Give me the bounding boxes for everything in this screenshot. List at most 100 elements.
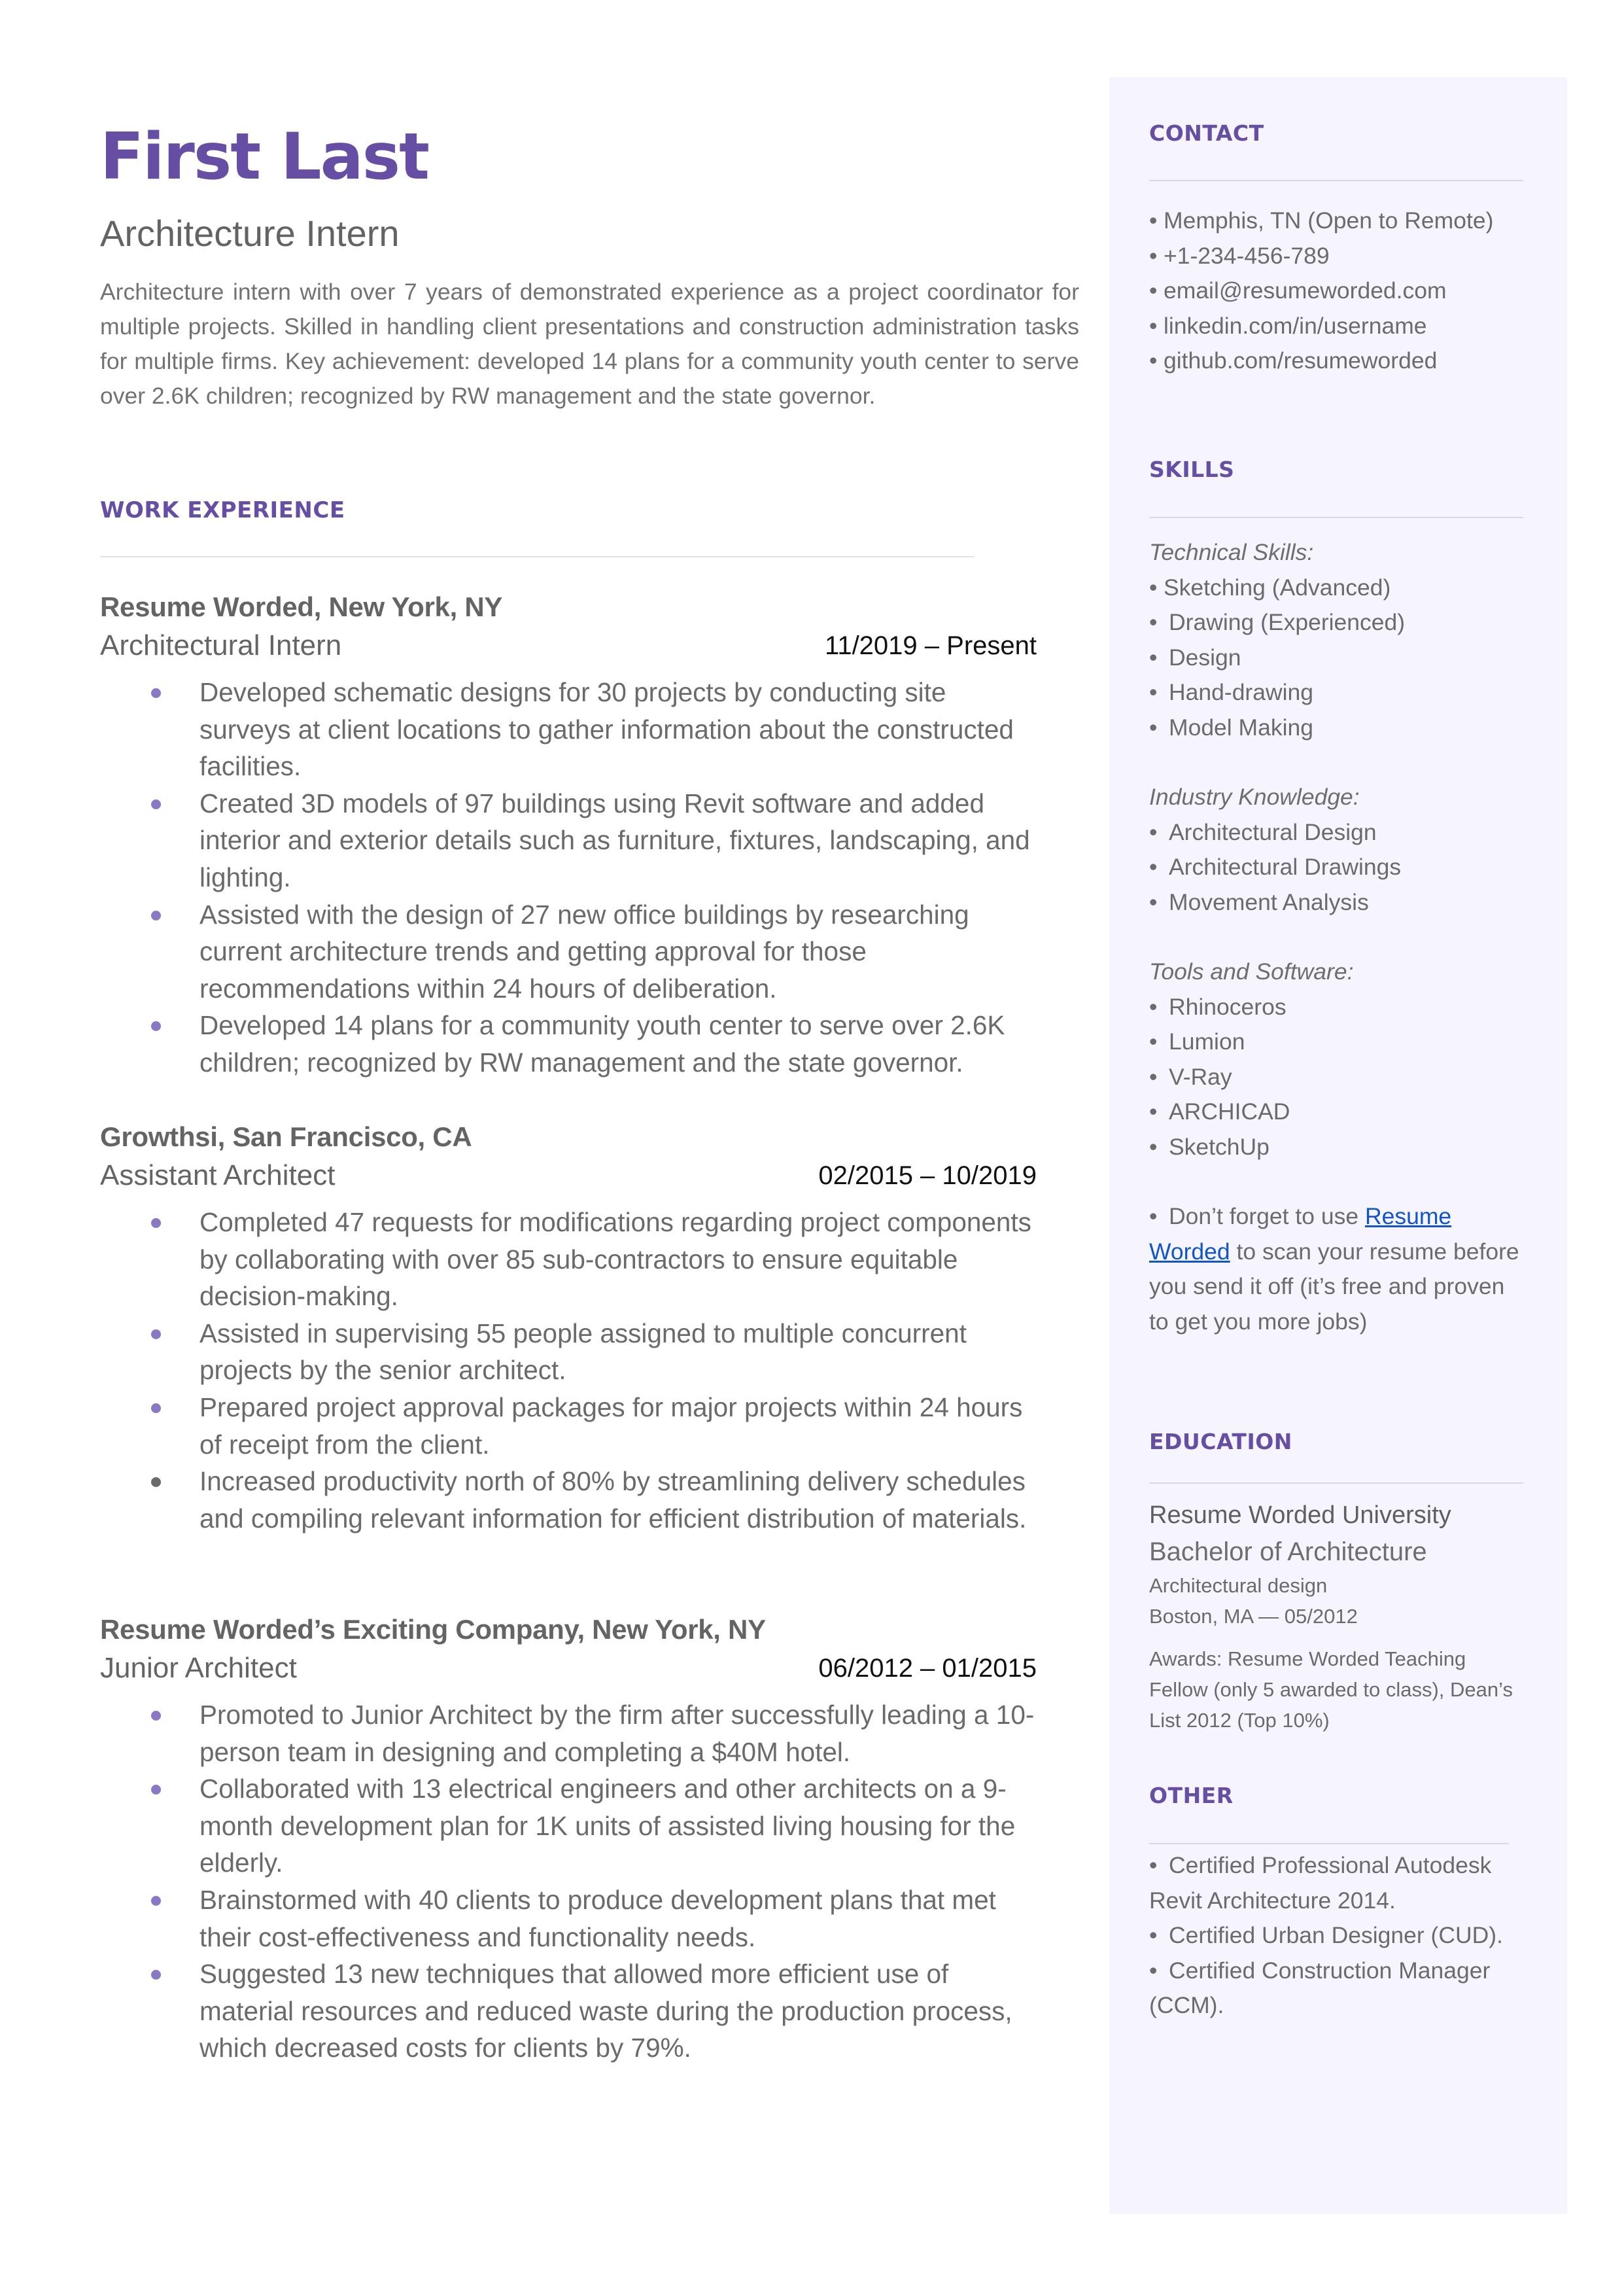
bullet-icon [151, 1329, 161, 1339]
job-company: Resume Worded, New York, NY [100, 591, 503, 622]
skill-text: Architectural Design [1169, 818, 1377, 845]
other-item: • Certified Professional Autodesk Revit A… [1149, 1848, 1529, 1918]
bullet-icon: • [1149, 714, 1158, 741]
skills-heading: SKILLS [1149, 457, 1235, 482]
education-location-date: Boston, MA — 05/2012 [1149, 1605, 1358, 1628]
bullet-icon: • [1149, 347, 1158, 374]
section-divider [100, 556, 975, 557]
section-divider [1149, 1482, 1523, 1484]
job-bullet: Developed 14 plans for a community youth… [100, 1007, 1037, 1081]
skill-item: • Rhinoceros [1149, 990, 1529, 1025]
job-bullet: Developed schematic designs for 30 proje… [100, 674, 1037, 785]
bullet-text: Assisted with the design of 27 new offic… [199, 899, 969, 1004]
bullet-text: Assisted in supervising 55 people assign… [199, 1318, 967, 1386]
job-bullet: Brainstormed with 40 clients to produce … [100, 1882, 1037, 1955]
bullet-icon: • [1149, 1133, 1158, 1160]
technical-skills-list: • Sketching (Advanced) • Drawing (Experien… [1149, 570, 1529, 746]
other-heading: OTHER [1149, 1783, 1234, 1808]
contact-linkedin[interactable]: • linkedin.com/in/username [1149, 309, 1529, 344]
candidate-role: Architecture Intern [100, 213, 400, 254]
bullet-icon: • [1149, 1028, 1158, 1055]
bullet-icon: • [1149, 1922, 1158, 1948]
contact-phone[interactable]: • +1-234-456-789 [1149, 239, 1529, 274]
technical-skills-label: Technical Skills: [1149, 539, 1314, 565]
education-degree: Bachelor of Architecture [1149, 1537, 1427, 1566]
contact-github[interactable]: • github.com/resumeworded [1149, 343, 1529, 379]
job-bullet: Prepared project approval packages for m… [100, 1389, 1037, 1463]
bullet-icon: • [1149, 818, 1158, 845]
job-bullet: Promoted to Junior Architect by the firm… [100, 1696, 1037, 1770]
contact-text[interactable]: linkedin.com/in/username [1164, 313, 1427, 339]
bullet-text: Prepared project approval packages for m… [199, 1392, 1023, 1460]
bullet-icon: • [1149, 1063, 1158, 1090]
skill-item: • Hand-drawing [1149, 675, 1529, 710]
contact-text[interactable]: +1-234-456-789 [1164, 243, 1330, 269]
resume-worded-note: • Don’t forget to use Resume Worded to sc… [1149, 1199, 1529, 1339]
bullet-text: Created 3D models of 97 buildings using … [199, 788, 1030, 892]
contact-email[interactable]: • email@resumeworded.com [1149, 273, 1529, 309]
skill-text: Movement Analysis [1169, 888, 1369, 915]
other-item: • Certified Construction Manager (CCM). [1149, 1953, 1529, 2023]
bullet-text: Increased productivity north of 80% by s… [199, 1466, 1027, 1533]
candidate-name: First Last [100, 120, 430, 194]
skill-text: Model Making [1169, 714, 1313, 741]
job-dates: 11/2019 – Present [825, 631, 1037, 660]
job-title-row: Architectural Intern 11/2019 – Present [100, 625, 1037, 666]
education-heading: EDUCATION [1149, 1429, 1292, 1454]
bullet-text: Developed schematic designs for 30 proje… [199, 677, 1014, 782]
bullet-icon: • [1149, 888, 1158, 915]
other-item: • Certified Urban Designer (CUD). [1149, 1918, 1529, 1953]
bullet-icon: • [1149, 1098, 1158, 1125]
section-divider [1149, 1843, 1509, 1844]
skill-text: Drawing (Experienced) [1169, 609, 1406, 635]
job-dates: 06/2012 – 01/2015 [818, 1654, 1037, 1683]
bullet-icon: • [1149, 993, 1158, 1020]
education-school: Resume Worded University [1149, 1501, 1451, 1529]
skill-item: • Architectural Design [1149, 815, 1529, 850]
skill-item: • Model Making [1149, 710, 1529, 746]
skill-item: • Lumion [1149, 1025, 1529, 1060]
skill-item: • Drawing (Experienced) [1149, 605, 1529, 640]
other-text: Certified Construction Manager (CCM). [1149, 1957, 1491, 2019]
job-bullet: Created 3D models of 97 buildings using … [100, 785, 1037, 896]
skill-item: • Movement Analysis [1149, 885, 1529, 920]
tools-software-label: Tools and Software: [1149, 958, 1354, 985]
summary: Architecture intern with over 7 years of… [100, 279, 1079, 409]
contact-text[interactable]: github.com/resumeworded [1164, 347, 1437, 374]
education-field: Architectural design [1149, 1574, 1328, 1597]
job-company: Growthsi, San Francisco, CA [100, 1121, 472, 1152]
skill-text: Design [1169, 644, 1241, 671]
skill-item: • Design [1149, 640, 1529, 676]
skill-text: Rhinoceros [1169, 993, 1287, 1020]
bullet-icon [151, 1895, 161, 1906]
tools-software-list: • Rhinoceros • Lumion • V-Ray • ARCHICAD • Sk… [1149, 990, 1529, 1165]
bullet-text: Brainstormed with 40 clients to produce … [199, 1884, 996, 1952]
job-title: Junior Architect [100, 1652, 297, 1684]
job-bullet: Assisted with the design of 27 new offic… [100, 896, 1037, 1007]
contact-section: CONTACT • Memphis, TN (Open to Remote) • +… [1149, 120, 1529, 379]
skill-text: V-Ray [1169, 1063, 1232, 1090]
skill-text: Hand-drawing [1169, 679, 1314, 705]
job-bullet: Suggested 13 new techniques that allowed… [100, 1955, 1037, 2067]
job-entry: Resume Worded’s Exciting Company, New Yo… [100, 1611, 1037, 2067]
job-bullets: Completed 47 requests for modifications … [100, 1204, 1037, 1537]
other-text: Certified Professional Autodesk Revit Ar… [1149, 1852, 1492, 1914]
job-bullet: Collaborated with 13 electrical engineer… [100, 1770, 1037, 1882]
bullet-icon: • [1149, 277, 1158, 304]
bullet-icon: • [1149, 242, 1158, 269]
skill-item: • ARCHICAD [1149, 1095, 1529, 1130]
note-prefix: Don’t forget to use [1169, 1203, 1365, 1229]
contact-text[interactable]: email@resumeworded.com [1164, 277, 1447, 304]
other-text: Certified Urban Designer (CUD). [1169, 1922, 1503, 1948]
bullet-icon: • [1149, 1852, 1158, 1878]
bullet-icon [151, 1970, 161, 1980]
skill-item: • Architectural Drawings [1149, 850, 1529, 885]
job-title: Architectural Intern [100, 629, 342, 661]
education-awards: Awards: Resume Worded Teaching Fellow (o… [1149, 1647, 1513, 1732]
bullet-icon: • [1149, 679, 1158, 705]
work-experience-heading: WORK EXPERIENCE [100, 497, 345, 523]
bullet-icon: • [1149, 609, 1158, 635]
bullet-icon [151, 1477, 161, 1488]
bullet-text: Collaborated with 13 electrical engineer… [199, 1774, 1016, 1878]
sidebar: CONTACT • Memphis, TN (Open to Remote) • +… [1109, 77, 1567, 2214]
